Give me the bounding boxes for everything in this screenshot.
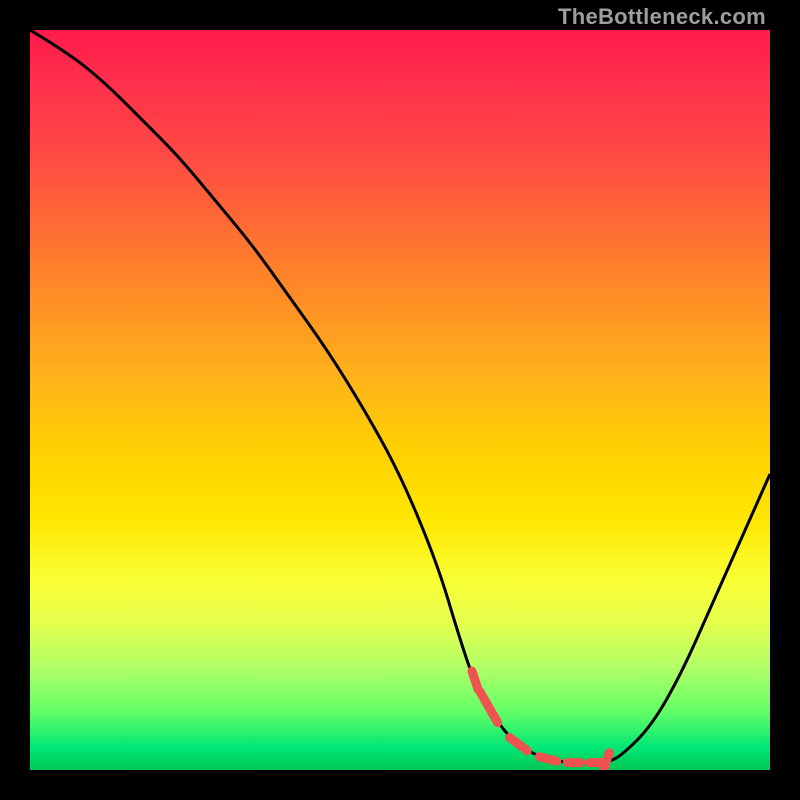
chart-svg (30, 30, 770, 770)
attribution-text: TheBottleneck.com (558, 4, 766, 30)
bottleneck-curve-path (30, 30, 770, 763)
highlight-segment (472, 671, 609, 770)
chart-frame (30, 30, 770, 770)
